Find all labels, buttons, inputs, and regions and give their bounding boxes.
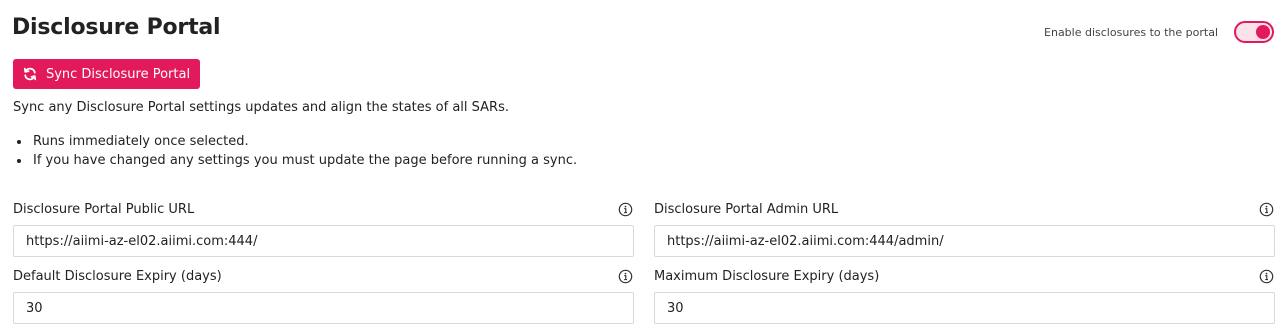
list-item: If you have changed any settings you mus… bbox=[31, 151, 577, 170]
info-icon[interactable] bbox=[1259, 202, 1274, 217]
public-url-label: Disclosure Portal Public URL bbox=[13, 201, 195, 217]
enable-disclosures-label: Enable disclosures to the portal bbox=[1044, 25, 1218, 39]
max-expiry-input[interactable]: 30 bbox=[654, 292, 1275, 324]
disclosure-portal-settings: Disclosure Portal Enable disclosures to … bbox=[0, 0, 1287, 333]
info-icon[interactable] bbox=[1259, 269, 1274, 284]
sync-disclosure-portal-button[interactable]: Sync Disclosure Portal bbox=[13, 59, 200, 89]
page-title: Disclosure Portal bbox=[12, 15, 221, 40]
default-expiry-label: Default Disclosure Expiry (days) bbox=[13, 268, 222, 284]
sync-notes-list: Runs immediately once selected. If you h… bbox=[31, 132, 577, 170]
public-url-input[interactable]: https://aiimi-az-el02.aiimi.com:444/ bbox=[13, 225, 634, 257]
sync-description: Sync any Disclosure Portal settings upda… bbox=[13, 100, 509, 115]
enable-disclosures-toggle[interactable] bbox=[1234, 21, 1274, 43]
toggle-knob bbox=[1256, 25, 1270, 39]
default-expiry-input[interactable]: 30 bbox=[13, 292, 634, 324]
sync-button-label: Sync Disclosure Portal bbox=[45, 66, 191, 82]
max-expiry-label: Maximum Disclosure Expiry (days) bbox=[654, 268, 880, 284]
enable-disclosures-control: Enable disclosures to the portal bbox=[1044, 21, 1274, 43]
public-url-field: Disclosure Portal Public URL https://aii… bbox=[13, 200, 634, 257]
max-expiry-field: Maximum Disclosure Expiry (days) 30 bbox=[654, 267, 1275, 324]
list-item: Runs immediately once selected. bbox=[31, 132, 577, 151]
info-icon[interactable] bbox=[618, 269, 633, 284]
info-icon[interactable] bbox=[618, 202, 633, 217]
admin-url-label: Disclosure Portal Admin URL bbox=[654, 201, 839, 217]
admin-url-field: Disclosure Portal Admin URL https://aiim… bbox=[654, 200, 1275, 257]
admin-url-input[interactable]: https://aiimi-az-el02.aiimi.com:444/admi… bbox=[654, 225, 1275, 257]
sync-icon bbox=[23, 67, 37, 81]
default-expiry-field: Default Disclosure Expiry (days) 30 bbox=[13, 267, 634, 324]
